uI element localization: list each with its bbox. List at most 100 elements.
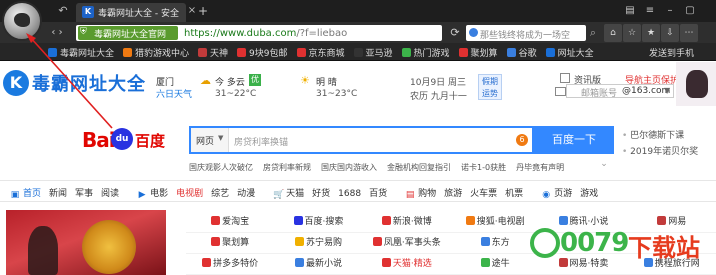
suggestion-link[interactable]: 诺卡1-0获胜 xyxy=(461,162,506,173)
category-link[interactable]: 动漫 xyxy=(237,186,255,199)
suggestion-link[interactable]: 国庆国内游收入 xyxy=(321,162,377,173)
skin-icon[interactable]: ▤ xyxy=(620,3,640,19)
category-link[interactable]: 页游 xyxy=(554,186,572,199)
new-tab-icon[interactable]: + xyxy=(198,4,210,18)
site-favicon-icon xyxy=(202,258,212,267)
category-link[interactable]: 火车票 xyxy=(470,186,497,199)
site-label: 天猫·精选 xyxy=(392,259,432,269)
reload-icon[interactable]: ⟳ xyxy=(448,25,462,40)
category-link[interactable]: 电视剧 xyxy=(176,186,203,199)
tab-close-icon[interactable]: × xyxy=(186,5,198,17)
news-icon xyxy=(560,73,570,83)
category-link[interactable]: 百货 xyxy=(369,186,387,199)
site-label: 网易 xyxy=(668,217,687,227)
bookmark-label: 天神 xyxy=(210,49,229,59)
category-link[interactable]: 购物 xyxy=(418,186,436,199)
watermark-text-cn: 下载站 xyxy=(628,234,700,262)
bookmark-item[interactable]: 亚马逊 xyxy=(353,46,393,59)
search-button[interactable]: 百度一下 xyxy=(534,126,614,154)
site-favicon-icon xyxy=(558,258,568,267)
more-icon[interactable]: ⋯ xyxy=(680,24,698,42)
bookmark-item[interactable]: 京东商城 xyxy=(296,46,345,59)
suggestion-link[interactable]: 房贷利率新规 xyxy=(263,162,311,173)
suggestion-link[interactable]: 金融机构回复指引 xyxy=(387,162,451,173)
site-link[interactable]: 东方 xyxy=(451,233,539,253)
download-icon[interactable]: ⇩ xyxy=(661,24,679,42)
category-link[interactable]: 新闻 xyxy=(49,186,67,199)
site-name[interactable]: 毒霸网址大全 xyxy=(32,70,146,96)
bookmark-item[interactable]: 网址大全 xyxy=(545,46,594,59)
site-link[interactable]: 苏宁易购 xyxy=(274,233,362,253)
site-link[interactable]: 凤凰·军事头条 xyxy=(363,233,451,253)
bookmark-favicon-icon xyxy=(123,48,133,57)
search-icon[interactable]: ⌕ xyxy=(586,25,600,41)
site-link[interactable]: 天猫·精选 xyxy=(363,254,451,274)
site-link[interactable]: 新浪·微博 xyxy=(363,212,451,232)
category-link[interactable]: 好货 xyxy=(312,186,330,199)
bookmark-item[interactable]: 聚划算 xyxy=(458,46,498,59)
hot-search-item[interactable]: 巴尔德斯下课 xyxy=(622,128,698,144)
avatar xyxy=(686,70,708,98)
tab-title: 毒霸网址大全 - 安全 xyxy=(98,9,179,19)
category-link[interactable]: 首页 xyxy=(23,186,41,199)
bookmark-label: 谷歌 xyxy=(518,49,537,59)
bookmark-favicon-icon xyxy=(296,48,306,57)
site-favicon-icon xyxy=(558,216,568,225)
search-query[interactable]: 房贷利率换锚 xyxy=(234,135,288,148)
tab-back-icon[interactable]: ↶ xyxy=(56,4,70,18)
six-day-weather-link[interactable]: 六日天气 xyxy=(156,87,192,100)
browser-logo-icon[interactable] xyxy=(2,1,42,41)
site-link[interactable]: 爱淘宝 xyxy=(186,212,274,232)
menu-icon[interactable]: ≡ xyxy=(640,3,660,19)
category-link[interactable]: 游戏 xyxy=(580,186,598,199)
bookmark-item[interactable]: 天神 xyxy=(198,46,228,59)
category-link[interactable]: 机票 xyxy=(505,186,523,199)
secure-site-badge[interactable]: 毒霸网址大全官网 xyxy=(78,26,178,40)
site-link[interactable]: 最新小说 xyxy=(274,254,362,274)
chevron-down-icon[interactable]: ▼ xyxy=(664,86,670,95)
send-to-phone-link[interactable]: 发送到手机 xyxy=(649,46,694,59)
category-link[interactable]: 阅读 xyxy=(101,186,119,199)
category-link[interactable]: 电影 xyxy=(150,186,168,199)
duba-logo-icon[interactable]: K xyxy=(3,70,29,96)
bookmark-item[interactable]: 热门游戏 xyxy=(401,46,450,59)
holiday-fortune-button[interactable]: 假期 运势 xyxy=(478,74,502,100)
back-forward-icon[interactable]: ‹ › xyxy=(46,25,68,40)
category-link[interactable]: 旅游 xyxy=(444,186,462,199)
url-text[interactable]: https://www.duba.com/?f=liebao xyxy=(184,28,347,39)
chevron-down-icon: ▼ xyxy=(218,134,224,142)
tomorrow-temp: 31~23°C xyxy=(316,89,358,99)
category-link[interactable]: 1688 xyxy=(338,189,361,199)
browser-search-input[interactable]: 那些钱终将成为一场空 xyxy=(466,25,586,41)
maximize-icon[interactable]: ▢ xyxy=(680,3,700,19)
bookmark-label: 9块9包邮 xyxy=(249,49,288,59)
category-link[interactable]: 军事 xyxy=(75,186,93,199)
baidu-logo[interactable]: Bai xyxy=(82,128,116,152)
site-link[interactable]: 百度·搜索 xyxy=(274,212,362,232)
site-link[interactable]: 搜狐·电视剧 xyxy=(451,212,539,232)
home-icon: ▣ xyxy=(10,190,20,200)
search-engine-icon[interactable] xyxy=(469,28,478,37)
bookmark-item[interactable]: 毒霸网址大全 xyxy=(48,46,114,59)
bookmark-favicon-icon xyxy=(237,48,247,57)
bookmark-label: 猎豹游戏中心 xyxy=(135,49,190,59)
suggestion-link[interactable]: 丹毕竟有声明 xyxy=(516,162,564,173)
site-label: 最新小说 xyxy=(305,259,342,269)
bookmark-item[interactable]: 猎豹游戏中心 xyxy=(123,46,189,59)
hot-search-item[interactable]: 2019年诺贝尔奖 xyxy=(622,144,698,160)
cloudy-icon: ☁ xyxy=(200,74,211,87)
bookmark-item[interactable]: 9块9包邮 xyxy=(237,46,288,59)
category-link[interactable]: 天猫 xyxy=(286,186,304,199)
bookmark-item[interactable]: 谷歌 xyxy=(506,46,537,59)
suggestion-link[interactable]: 国庆观影人次破亿 xyxy=(189,162,253,173)
minimize-icon[interactable]: – xyxy=(660,3,680,19)
site-link[interactable]: 聚划算 xyxy=(186,233,274,253)
site-label: 苏宁易购 xyxy=(305,238,342,248)
chevron-down-icon[interactable]: ⌄ xyxy=(598,159,610,171)
star-icon[interactable]: ★ xyxy=(642,24,660,42)
home-icon[interactable]: ⌂ xyxy=(604,24,622,42)
site-link[interactable]: 途牛 xyxy=(451,254,539,274)
category-link[interactable]: 综艺 xyxy=(211,186,229,199)
favorites-icon[interactable]: ☆ xyxy=(623,24,641,42)
site-link[interactable]: 拼多多特价 xyxy=(186,254,274,274)
